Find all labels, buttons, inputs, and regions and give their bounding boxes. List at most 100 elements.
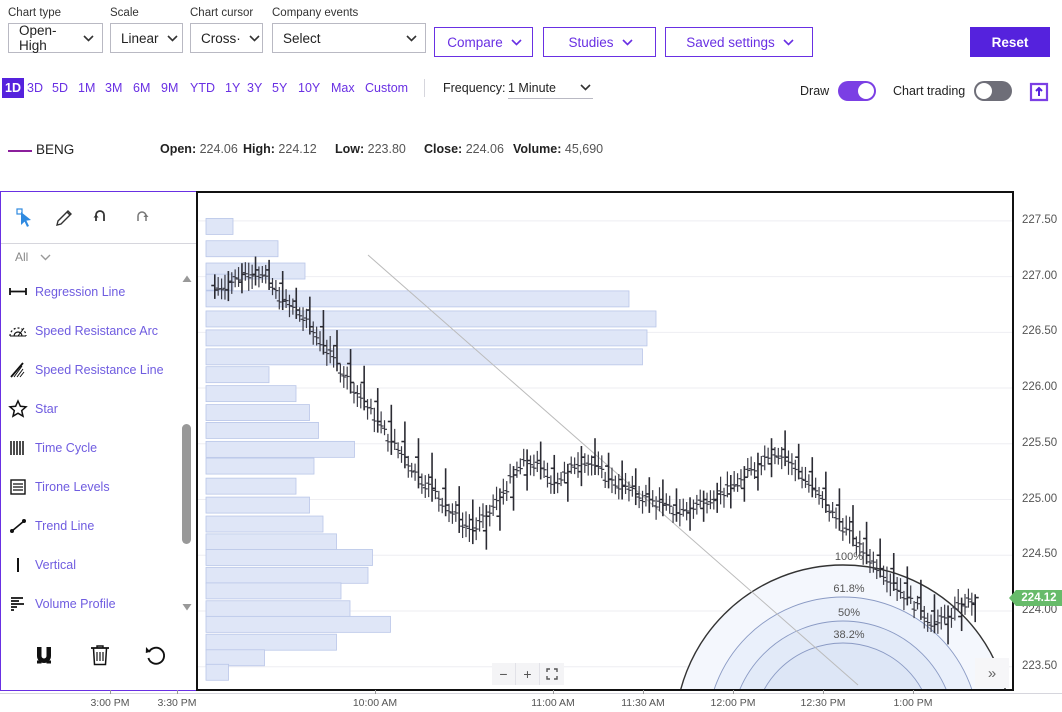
- drawing-tools-list[interactable]: Regression Line Speed Resistance Arc Speed…: [1, 272, 181, 612]
- quote-open-label: Open:: [160, 142, 197, 156]
- range-button-5d[interactable]: 5D: [49, 78, 71, 98]
- drawing-tools-actions: [1, 192, 196, 244]
- draw-toggle[interactable]: [838, 81, 877, 101]
- vertical-line-icon: [1, 555, 35, 575]
- range-button-3d[interactable]: 3D: [24, 78, 46, 98]
- time-tick-mark: [553, 690, 554, 694]
- symbol-color-swatch: [8, 150, 32, 152]
- time-cycle-icon: [1, 438, 35, 458]
- quote-high: High: 224.12: [243, 142, 317, 156]
- regression-line-icon: [1, 282, 35, 302]
- export-share-icon[interactable]: [1029, 82, 1049, 102]
- quote-volume: Volume: 45,690: [513, 142, 603, 156]
- time-tick: 11:30 AM: [621, 697, 665, 709]
- trend-line-icon: [1, 516, 35, 536]
- scroll-down-icon[interactable]: [181, 600, 193, 612]
- tool-item-label: Time Cycle: [35, 440, 98, 455]
- tool-item-vertical[interactable]: Vertical: [1, 545, 181, 584]
- reset-restore-icon[interactable]: [143, 642, 169, 668]
- company-events-value: Select: [283, 30, 321, 46]
- quote-low-value: 223.80: [367, 142, 406, 156]
- saved-settings-button[interactable]: Saved settings: [665, 27, 813, 57]
- scroll-up-icon[interactable]: [181, 272, 193, 284]
- drawing-tools-footer: [1, 630, 198, 680]
- star-icon: [1, 398, 35, 419]
- tool-item-trend-line[interactable]: Trend Line: [1, 506, 181, 545]
- quote-bar: BENG Open: 224.06 High: 224.12 Low: 223.…: [0, 140, 1062, 164]
- time-tick: 12:00 PM: [710, 697, 756, 709]
- chart-trading-label: Chart trading: [893, 84, 966, 98]
- price-axis[interactable]: 227.50 227.00 226.50 226.00 225.50 225.00 224.…: [1009, 191, 1062, 691]
- chart-type-select[interactable]: Open-High: [8, 23, 103, 53]
- tool-item-time-cycle[interactable]: Time Cycle: [1, 428, 181, 467]
- tool-item-regression-line[interactable]: Regression Line: [1, 272, 181, 311]
- scale-label: Scale: [110, 7, 139, 19]
- speed-resistance-arc-icon: [1, 321, 35, 341]
- company-events-select[interactable]: Select: [272, 23, 426, 53]
- range-button-max[interactable]: Max: [328, 78, 358, 98]
- time-tick: 11:00 AM: [531, 697, 575, 709]
- saved-settings-label: Saved settings: [686, 34, 775, 50]
- range-button-1m[interactable]: 1M: [75, 78, 98, 98]
- time-tick: 10:00 AM: [352, 697, 398, 709]
- range-button-ytd[interactable]: YTD: [187, 78, 218, 98]
- range-button-1d[interactable]: 1D: [2, 78, 24, 98]
- chart-cursor-select[interactable]: Cross·: [190, 23, 263, 53]
- compare-button[interactable]: Compare: [434, 27, 533, 57]
- reset-button[interactable]: Reset: [970, 27, 1050, 57]
- range-button-9m[interactable]: 9M: [158, 78, 181, 98]
- volume-profile-icon: [1, 594, 35, 613]
- toggle-knob: [976, 83, 993, 99]
- quote-volume-label: Volume:: [513, 142, 562, 156]
- time-tick: 1:00 PM: [893, 697, 933, 709]
- magnet-snap-icon[interactable]: [31, 642, 57, 668]
- time-tick: 3:00 PM: [90, 697, 130, 709]
- tool-item-speed-resistance-line[interactable]: Speed Resistance Line: [1, 350, 181, 389]
- chevron-down-icon: [511, 38, 522, 46]
- frequency-select[interactable]: 1 Minute: [508, 77, 593, 99]
- redo-icon[interactable]: [129, 207, 151, 229]
- fullscreen-button[interactable]: [540, 663, 564, 685]
- quote-high-label: High:: [243, 142, 275, 156]
- tools-filter-select[interactable]: All: [1, 244, 196, 270]
- arc-label: 38.2%: [833, 629, 865, 641]
- tool-item-speed-resistance-arc[interactable]: Speed Resistance Arc: [1, 311, 181, 350]
- chart-trading-toggle[interactable]: [974, 81, 1013, 101]
- quote-volume-value: 45,690: [564, 142, 604, 156]
- scroll-forward-button[interactable]: »: [975, 658, 1009, 688]
- range-button-6m[interactable]: 6M: [130, 78, 153, 98]
- zoom-out-button[interactable]: −: [492, 663, 516, 685]
- trash-delete-icon[interactable]: [87, 642, 113, 668]
- range-button-custom[interactable]: Custom: [362, 78, 411, 98]
- range-button-3y[interactable]: 3Y: [244, 78, 265, 98]
- range-button-5y[interactable]: 5Y: [269, 78, 290, 98]
- time-tick-mark: [643, 690, 644, 694]
- top-toolbar: Chart type Open-High Scale Linear Chart …: [0, 0, 1062, 70]
- tool-item-star[interactable]: Star: [1, 389, 181, 428]
- scrollbar-thumb[interactable]: [182, 424, 191, 544]
- time-axis[interactable]: 3:00 PM 3:30 PM 10:00 AM 11:00 AM 11:30 AM 12…: [0, 690, 1062, 712]
- tool-item-label: Regression Line: [35, 284, 126, 299]
- chart-cursor-field: Chart cursor Cross·: [190, 7, 263, 53]
- quote-low-label: Low:: [335, 142, 365, 156]
- drawing-tools-panel: All Regression Line Speed Resistance Arc S…: [0, 191, 197, 691]
- zoom-in-button[interactable]: +: [516, 663, 540, 685]
- price-tick: 224.00: [1022, 603, 1058, 616]
- tools-scrollbar[interactable]: [180, 272, 194, 612]
- cursor-select-icon[interactable]: [15, 207, 37, 229]
- chart-zoom-controls: − +: [492, 663, 564, 685]
- studies-button[interactable]: Studies: [543, 27, 656, 57]
- undo-icon[interactable]: [91, 207, 113, 229]
- tool-item-volume-profile[interactable]: Volume Profile: [1, 584, 181, 612]
- pencil-icon[interactable]: [53, 207, 75, 229]
- tool-item-tirone-levels[interactable]: Tirone Levels: [1, 467, 181, 506]
- quote-close: Close: 224.06: [424, 142, 504, 156]
- scale-select[interactable]: Linear: [110, 23, 183, 53]
- range-button-10y[interactable]: 10Y: [295, 78, 323, 98]
- range-button-1y[interactable]: 1Y: [222, 78, 243, 98]
- price-chart[interactable]: 100% 61.8% 50% 38.2%: [196, 191, 1014, 691]
- company-events-field: Company events Select: [272, 7, 426, 53]
- range-button-3m[interactable]: 3M: [102, 78, 125, 98]
- quote-close-value: 224.06: [465, 142, 504, 156]
- time-tick-mark: [913, 690, 914, 694]
